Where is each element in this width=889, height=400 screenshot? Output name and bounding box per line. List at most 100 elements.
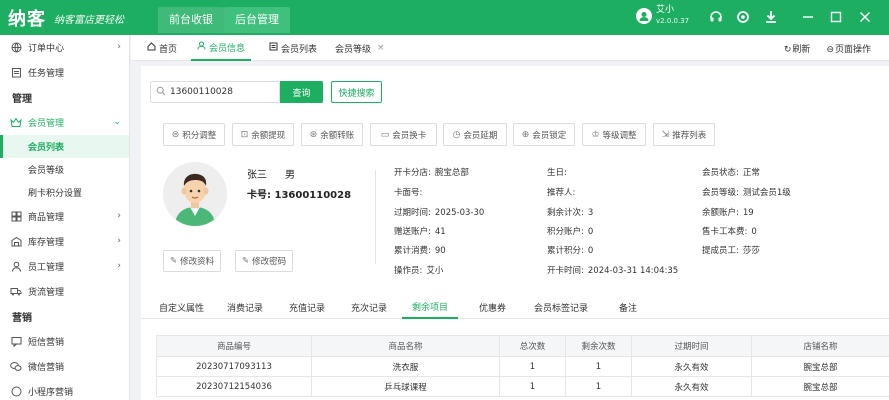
referral-list-button[interactable]: ⇲ 推荐列表 [653, 123, 715, 146]
tab-member-list[interactable]: 会员列表 [269, 35, 317, 61]
edit-icon: ✎ [170, 256, 178, 266]
action-label: 会员锁定 [532, 130, 567, 141]
change-card-button[interactable]: ▭ 会员换卡 [370, 123, 437, 146]
balance-transfer-button[interactable]: ⊛ 余额转账 [301, 123, 363, 146]
tab-member-list-label: 会员列表 [281, 44, 318, 55]
headset-icon[interactable] [708, 9, 724, 25]
edit-profile-button[interactable]: ✎ 修改资料 [163, 250, 222, 272]
sidebar: 订单中心 › 任务管理 管理 会员管理 ⌄ 会员列表 会员等级 刷卡积分设置 商… [0, 35, 130, 400]
card-icon: ▭ [380, 129, 390, 140]
points-adjust-button[interactable]: ⊜ 积分调整 [163, 123, 225, 146]
sidebar-item-member-management[interactable]: 会员管理 ⌄ [0, 110, 129, 135]
table-row[interactable]: 20230717093113 洗衣服 1 1 永久有效 腕宝总部 [156, 356, 889, 377]
balance-withdraw-button[interactable]: ⊡ 余额提现 [232, 123, 294, 146]
chevron-right-icon: › [117, 42, 121, 52]
col-remaining-times[interactable]: 剩余次数 [565, 335, 632, 357]
sidebar-item-label: 会员管理 [28, 119, 65, 129]
action-label: 积分调整 [182, 130, 217, 141]
cell-goods-name: 乒乓球课程 [311, 376, 500, 397]
cell-store-name: 腕宝总部 [751, 376, 889, 397]
tab-member-tag-records[interactable]: 会员标签记录 [534, 295, 588, 319]
tab-backend[interactable]: 后台管理 [224, 7, 290, 33]
tab-member-level[interactable]: 会员等级 × [335, 35, 385, 61]
member-card-row: 卡号: 13600110028 [247, 186, 351, 201]
cell-total-times: 1 [499, 356, 566, 377]
level-adjust-button[interactable]: ♔ 等级调整 [582, 123, 646, 146]
edit-profile-label: 修改资料 [180, 257, 215, 267]
edit-icon: ✎ [242, 256, 250, 266]
info-open-time: 开卡时间: 2024-03-31 14:04:35 [547, 266, 679, 276]
refresh-button[interactable]: ↻刷新 [776, 42, 811, 55]
sidebar-item-label: 小程序营销 [28, 388, 74, 398]
table-row[interactable]: 20230712154036 乒乓球课程 1 1 永久有效 腕宝总部 [156, 376, 889, 397]
edit-password-button[interactable]: ✎ 修改密码 [235, 250, 294, 272]
close-icon[interactable] [857, 9, 873, 25]
sidebar-item-orders[interactable]: 订单中心 › [0, 35, 129, 60]
info-referrer: 推荐人: [547, 188, 576, 198]
tab-count-recharge-records[interactable]: 充次记录 [351, 295, 387, 319]
search-input[interactable] [170, 87, 275, 97]
page-ops-label: 页面操作 [834, 44, 871, 55]
col-goods-name[interactable]: 商品名称 [311, 335, 500, 357]
message-icon [10, 336, 22, 348]
col-total-times[interactable]: 总次数 [499, 335, 566, 357]
info-level: 会员等级: 测试会员1级 [702, 188, 791, 198]
sidebar-item-label: 库存管理 [28, 238, 65, 248]
minimize-icon[interactable] [800, 9, 816, 25]
maximize-icon[interactable] [828, 9, 844, 25]
tab-member-info[interactable]: 会员信息 [191, 35, 252, 61]
user-name: 艾小 [656, 5, 675, 15]
sidebar-item-label: 货流管理 [28, 288, 65, 298]
sidebar-item-sms-marketing[interactable]: 短信营销 [0, 329, 129, 354]
sidebar-item-member-level[interactable]: 会员等级 [0, 158, 129, 181]
page-ops-icon: ⊖ [826, 44, 834, 55]
cell-goods-name: 洗衣服 [311, 356, 500, 377]
warehouse-icon [10, 236, 22, 248]
member-sex: 男 [285, 170, 295, 181]
table-header-row: 商品编号 商品名称 总次数 剩余次数 过期时间 店铺名称 [156, 335, 889, 357]
sidebar-item-member-list[interactable]: 会员列表 [0, 135, 129, 158]
sidebar-item-logistics[interactable]: 货流管理 [0, 279, 129, 304]
detail-tabs: 自定义属性 消费记录 充值记录 充次记录 剩余项目 优惠券 会员标签记录 备注 [141, 295, 889, 319]
sidebar-section-marketing: 营销 [12, 313, 32, 324]
chevron-right-icon: › [117, 211, 121, 221]
tab-frontdesk[interactable]: 前台收银 [158, 7, 224, 33]
col-goods-code[interactable]: 商品编号 [156, 335, 312, 357]
refresh-label: 刷新 [792, 44, 811, 55]
extend-member-button[interactable]: ◷ 会员延期 [443, 123, 507, 146]
tab-notes[interactable]: 备注 [619, 295, 637, 319]
lock-member-button[interactable]: ⊕ 会员锁定 [513, 123, 575, 146]
tab-recharge-records[interactable]: 充值记录 [289, 295, 325, 319]
query-button[interactable]: 查询 [280, 81, 323, 103]
sidebar-item-goods[interactable]: 商品管理 › [0, 204, 129, 229]
tab-remaining-items[interactable]: 剩余项目 [402, 295, 459, 319]
sidebar-item-inventory[interactable]: 库存管理 › [0, 229, 129, 254]
sidebar-item-staff[interactable]: 员工管理 › [0, 254, 129, 279]
wechat-icon [10, 361, 22, 373]
points-icon: ⊜ [171, 129, 180, 140]
home-icon [147, 42, 156, 54]
tab-consume-records[interactable]: 消费记录 [227, 295, 263, 319]
col-expire-time[interactable]: 过期时间 [631, 335, 752, 357]
download-icon[interactable] [763, 9, 779, 25]
info-status: 会员状态: 正常 [702, 168, 760, 178]
sidebar-item-card-points-settings[interactable]: 刷卡积分设置 [0, 181, 129, 204]
tab-custom-attributes[interactable]: 自定义属性 [159, 295, 204, 319]
sidebar-item-miniprogram-marketing[interactable]: 小程序营销 [0, 379, 129, 400]
col-store-name[interactable]: 店铺名称 [751, 335, 889, 357]
sidebar-item-tasks[interactable]: 任务管理 [0, 60, 129, 85]
chevron-right-icon: › [117, 261, 121, 271]
quick-search-button[interactable]: 快捷搜索 [331, 81, 382, 103]
tab-close-icon[interactable]: × [377, 43, 385, 53]
user-menu[interactable]: 艾小 v2.0.0.37 [636, 5, 689, 27]
member-search-box[interactable] [150, 81, 280, 103]
chevron-right-icon: › [117, 236, 121, 246]
tab-home[interactable]: 首页 [147, 35, 177, 61]
tab-coupons[interactable]: 优惠券 [479, 295, 506, 319]
sidebar-item-wechat-marketing[interactable]: 微信营销 [0, 354, 129, 379]
sidebar-section-manage: 管理 [12, 94, 32, 105]
action-label: 余额提现 [251, 130, 286, 141]
page-ops-button[interactable]: ⊖页面操作 [818, 42, 871, 55]
settings-icon[interactable] [735, 9, 751, 25]
member-card: 张三男 卡号: 13600110028 ✎ 修改资料 ✎ 修改密码 开卡分店: 腕宝总… [163, 152, 869, 280]
